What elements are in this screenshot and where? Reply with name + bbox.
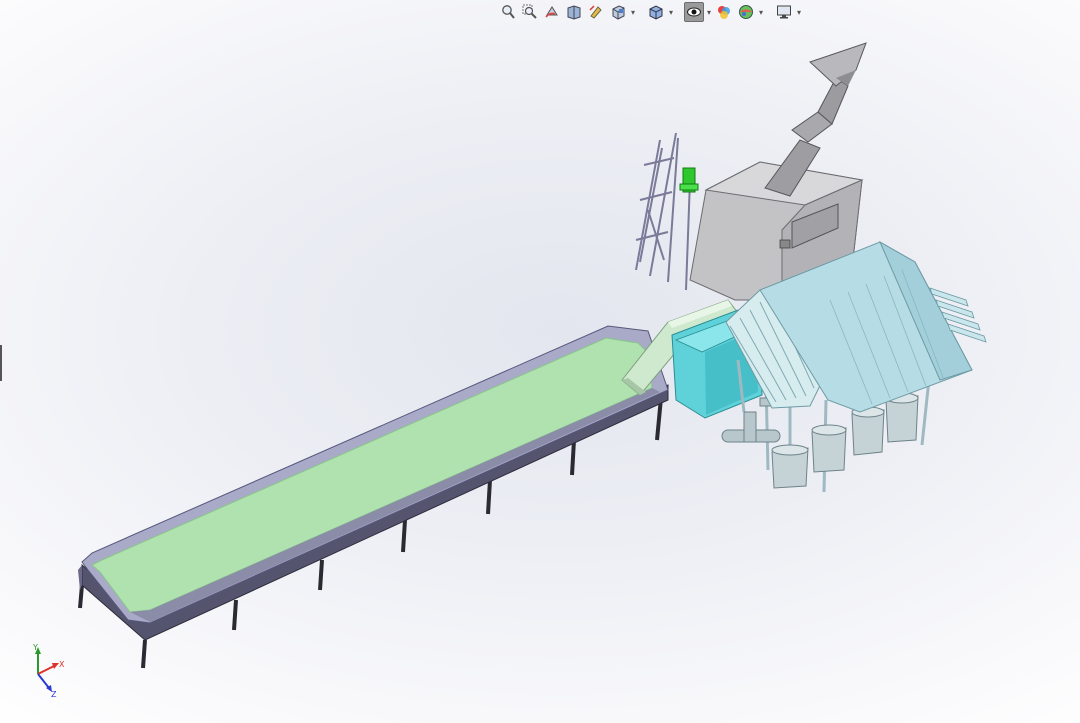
triad-z-label: Z — [51, 690, 57, 698]
graphics-area[interactable]: ▾ ▾ ▾ ▾ ▾ Y X Z — [0, 0, 1080, 723]
triad-x-arrow — [52, 663, 59, 669]
vertical-lift-frame[interactable] — [635, 132, 691, 291]
assembly-model[interactable] — [0, 0, 1080, 723]
drive-motor[interactable] — [679, 167, 699, 193]
coordinate-triad: Y X Z — [32, 643, 65, 698]
long-settling-tank[interactable] — [78, 325, 669, 669]
triad-z-axis — [37, 673, 50, 689]
triad-x-label: X — [59, 660, 65, 669]
triad-y-label: Y — [32, 643, 38, 652]
triad-x-axis — [37, 665, 55, 675]
